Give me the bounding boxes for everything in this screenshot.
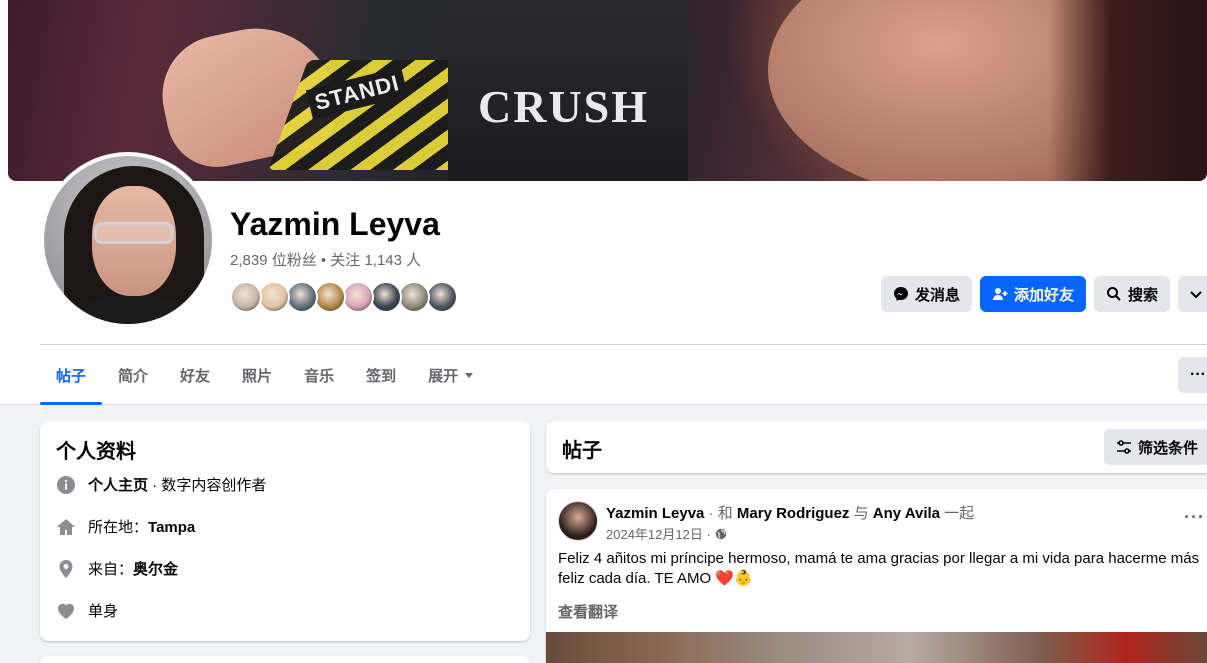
mutual-friends-avatars[interactable] xyxy=(230,281,458,313)
filter-button-label: 筛选条件 xyxy=(1138,439,1199,457)
post-tag-2[interactable]: Any Avila xyxy=(873,505,940,522)
intro-location-prefix: 所在地： xyxy=(88,519,149,536)
tab-more-label: 展开 xyxy=(428,367,459,385)
chevron-down-icon xyxy=(1190,291,1202,299)
message-button-label: 发消息 xyxy=(915,286,961,304)
caret-down-icon xyxy=(465,373,474,378)
intro-from[interactable]: 奥尔金 xyxy=(133,561,178,578)
post-text: Feliz 4 añitos mi príncipe hermoso, mamá… xyxy=(558,549,1207,589)
intro-page-category: 数字内容创作者 xyxy=(161,477,267,494)
post-text-line-1: Feliz 4 añitos mi príncipe hermoso, mamá… xyxy=(558,550,1200,567)
intro-page-label: 个人主页 xyxy=(88,477,149,494)
search-button[interactable]: 搜索 xyxy=(1094,276,1171,312)
location-pin-icon xyxy=(56,559,76,579)
followers-count[interactable]: 2,839 位粉丝 • 关注 1,143 人 xyxy=(230,249,421,270)
posts-header-card: 帖子 筛选条件 xyxy=(546,421,1207,473)
tab-music[interactable]: 音乐 xyxy=(288,345,350,405)
posts-title: 帖子 xyxy=(562,440,602,462)
post-text-line-2: feliz cada día. TE AMO ❤️👶 xyxy=(558,570,753,587)
cover-hair xyxy=(1048,0,1207,181)
friend-avatar[interactable] xyxy=(342,281,374,313)
friend-avatar[interactable] xyxy=(314,281,346,313)
friend-avatar[interactable] xyxy=(398,281,430,313)
message-button[interactable]: 发消息 xyxy=(881,276,973,312)
add-friend-button[interactable]: 添加好友 xyxy=(980,276,1087,312)
post-card: Yazmin Leyva · 和 Mary Rodriguez 与 Any Av… xyxy=(546,489,1207,663)
friend-avatar[interactable] xyxy=(426,281,458,313)
search-icon xyxy=(1107,287,1121,301)
intro-page-sep: · xyxy=(148,477,162,494)
intro-title: 个人资料 xyxy=(56,441,136,463)
messenger-icon xyxy=(894,287,908,301)
intro-location-row: 所在地：Tampa xyxy=(56,516,195,537)
tab-checkins[interactable]: 签到 xyxy=(350,345,412,405)
cover-photo[interactable]: STANDI CRUSH xyxy=(8,0,1207,181)
see-translation-link[interactable]: 查看翻译 xyxy=(558,601,618,622)
profile-header: STANDI CRUSH Yazmin Leyva 2,839 位粉丝 • 关注… xyxy=(0,0,1207,405)
tab-more[interactable]: 展开 xyxy=(412,345,490,405)
tabs-overflow-button[interactable]: ··· xyxy=(1178,357,1207,393)
home-icon xyxy=(56,517,76,537)
search-button-label: 搜索 xyxy=(1128,286,1159,304)
friend-avatar[interactable] xyxy=(370,281,402,313)
heart-icon xyxy=(56,601,76,621)
add-friend-icon xyxy=(993,288,1008,300)
post-date[interactable]: 2024年12月12日 · xyxy=(606,524,711,543)
info-icon xyxy=(56,475,76,495)
intro-from-prefix: 来自： xyxy=(88,561,134,578)
filter-sliders-icon xyxy=(1117,440,1131,454)
friend-avatar[interactable] xyxy=(286,281,318,313)
photos-card-peek xyxy=(40,656,530,663)
avatar-photo xyxy=(44,156,212,324)
globe-icon xyxy=(715,528,726,539)
intro-relationship: 单身 xyxy=(88,603,119,620)
intro-page-row: 个人主页 · 数字内容创作者 xyxy=(56,474,266,495)
post-author-avatar[interactable] xyxy=(558,501,598,541)
tab-about[interactable]: 简介 xyxy=(102,345,164,405)
friend-avatar[interactable] xyxy=(258,281,290,313)
intro-card: 个人资料 个人主页 · 数字内容创作者 所在地：Tampa 来自：奥尔金 单身 xyxy=(40,421,530,641)
post-options-button[interactable]: ··· xyxy=(1184,507,1205,528)
profile-tabs: 帖子 简介 好友 照片 音乐 签到 展开 xyxy=(40,345,490,405)
profile-name: Yazmin Leyva xyxy=(230,206,440,242)
cover-shirt-text: CRUSH xyxy=(478,81,650,132)
post-image[interactable] xyxy=(546,632,1207,663)
post-tag-1[interactable]: Mary Rodriguez xyxy=(737,505,850,522)
post-author-name[interactable]: Yazmin Leyva xyxy=(606,505,704,522)
profile-avatar[interactable] xyxy=(40,152,216,328)
tab-photos[interactable]: 照片 xyxy=(226,345,288,405)
post-and-word: 与 xyxy=(849,505,873,522)
intro-relationship-row: 单身 xyxy=(56,600,118,621)
intro-from-row: 来自：奥尔金 xyxy=(56,558,178,579)
add-friend-label: 添加好友 xyxy=(1014,286,1075,304)
intro-location[interactable]: Tampa xyxy=(148,519,195,536)
post-together-word: 一起 xyxy=(940,505,975,522)
friend-avatar[interactable] xyxy=(230,281,262,313)
post-header: Yazmin Leyva · 和 Mary Rodriguez 与 Any Av… xyxy=(606,502,974,523)
post-with-word: · 和 xyxy=(704,505,737,522)
tab-friends[interactable]: 好友 xyxy=(164,345,226,405)
profile-actions: 发消息 添加好友 搜索 xyxy=(881,276,1207,312)
more-dropdown-button[interactable] xyxy=(1178,276,1207,312)
post-meta: 2024年12月12日 · xyxy=(606,524,727,543)
tab-posts[interactable]: 帖子 xyxy=(40,345,103,405)
filter-button[interactable]: 筛选条件 xyxy=(1104,429,1207,465)
